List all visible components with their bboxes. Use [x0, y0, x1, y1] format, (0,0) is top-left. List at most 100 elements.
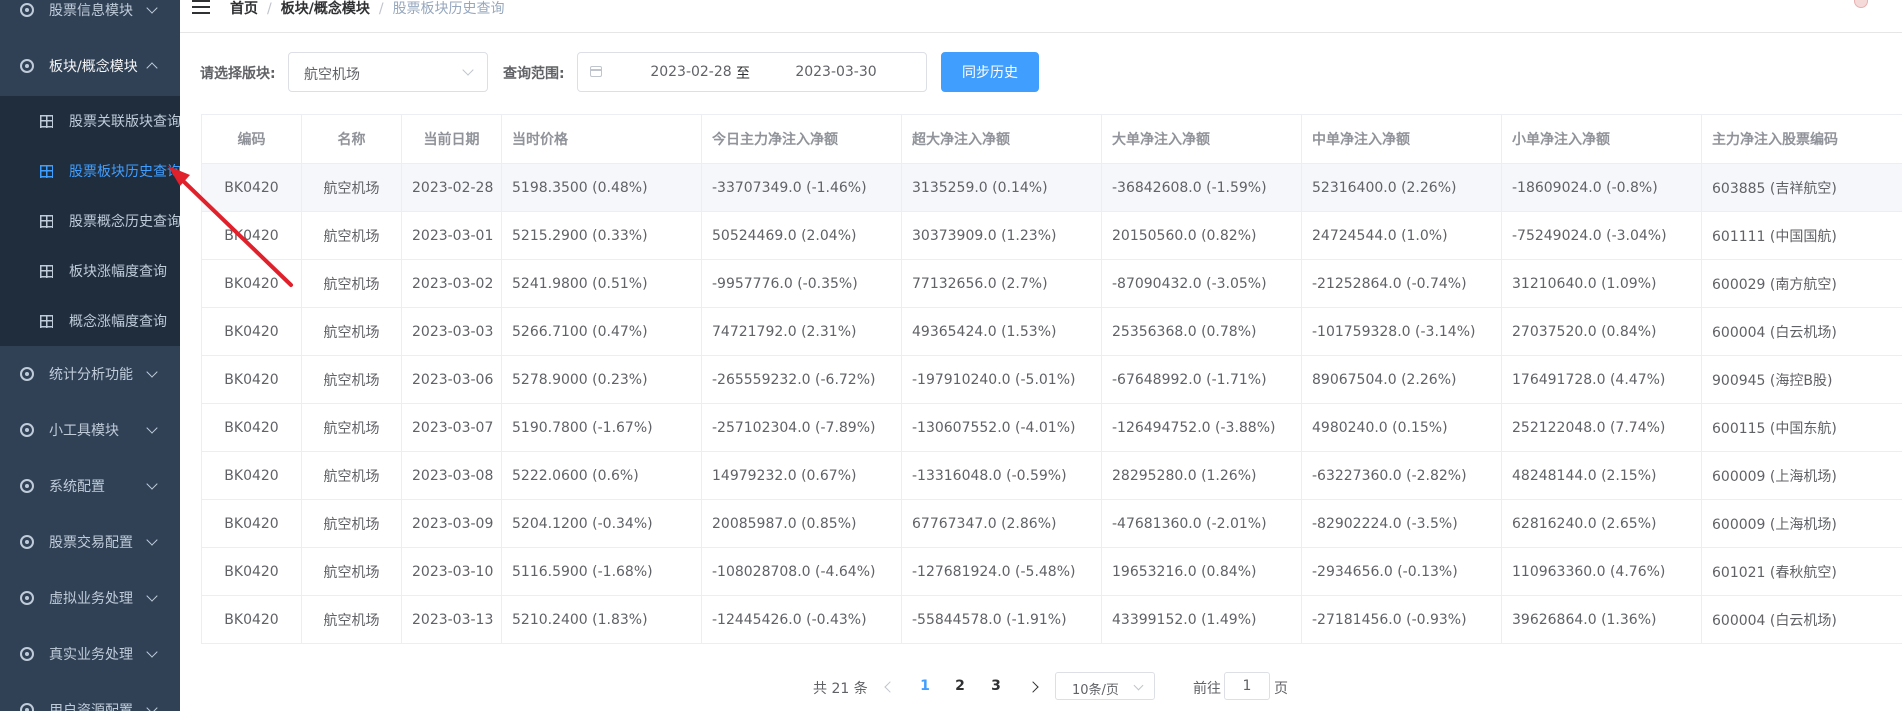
chevron-right-icon[interactable]: [1027, 681, 1039, 693]
table-cell: 5278.9000 (0.23%): [501, 355, 702, 404]
table-cell: 77132656.0 (2.7%): [901, 259, 1102, 308]
hamburger-icon[interactable]: [192, 0, 210, 14]
pagination: 共 21 条 1 2 3 10条/页 前往 1 页: [0, 672, 1902, 702]
table-cell: 航空机场: [301, 595, 402, 644]
menu-board-concept[interactable]: 板块/概念模块: [0, 38, 180, 94]
table-row[interactable]: BK0420 航空机场 2023-03-08 5222.0600 (0.6%) 1497…: [201, 451, 1902, 500]
goto-page-input[interactable]: 1: [1224, 672, 1270, 700]
chevron-down-icon: [146, 590, 158, 602]
table-cell: 603885 (吉祥航空): [1701, 163, 1902, 212]
menu-trade-config[interactable]: 股票交易配置: [0, 514, 180, 570]
table-header-cell: 当时价格: [501, 114, 702, 164]
table-cell: 5215.2900 (0.33%): [501, 211, 702, 260]
menu-group-icon: [20, 479, 34, 493]
menu-group-icon: [20, 367, 34, 381]
board-select[interactable]: 航空机场: [288, 52, 488, 92]
table-cell: BK0420: [201, 211, 302, 260]
table-header-cell: 主力净注入股票编码: [1701, 114, 1902, 164]
table-cell: 31210640.0 (1.09%): [1501, 259, 1702, 308]
chevron-left-icon[interactable]: [884, 681, 896, 693]
table-row[interactable]: BK0420 航空机场 2023-03-13 5210.2400 (1.83%) -12…: [201, 595, 1902, 644]
breadcrumb-section[interactable]: 板块/概念模块: [281, 1, 370, 17]
date-range-picker[interactable]: 2023-02-28 至 2023-03-30: [577, 52, 927, 92]
table-cell: -126494752.0 (-3.88%): [1101, 403, 1302, 452]
end-date-input[interactable]: 2023-03-30: [776, 64, 896, 80]
submenu-item-board-rise[interactable]: 板块涨幅度查询: [0, 246, 180, 296]
breadcrumb: 首页 / 板块/概念模块 / 股票板块历史查询: [230, 0, 505, 18]
table-cell: 43399152.0 (1.49%): [1101, 595, 1302, 644]
table-header-cell: 当前日期: [401, 114, 502, 164]
grid-icon: [40, 264, 53, 278]
submenu-item-concept-rise[interactable]: 概念涨幅度查询: [0, 296, 180, 346]
goto-suffix: 页: [1274, 681, 1288, 697]
table-row[interactable]: BK0420 航空机场 2023-03-03 5266.7100 (0.47%) 747…: [201, 307, 1902, 356]
table-row[interactable]: BK0420 航空机场 2023-03-10 5116.5900 (-1.68%) -1…: [201, 547, 1902, 596]
sync-history-button[interactable]: 同步历史: [941, 52, 1039, 92]
chevron-down-icon: [462, 64, 474, 76]
table-cell: 20085987.0 (0.85%): [701, 499, 902, 548]
table-cell: -75249024.0 (-3.04%): [1501, 211, 1702, 260]
table-cell: -63227360.0 (-2.82%): [1301, 451, 1502, 500]
table-cell: 2023-02-28: [401, 163, 502, 212]
table-header-row: 编码 名称 当前日期 当时价格 今日主力净注入净额 超大净注入净额 大单净注入净…: [201, 114, 1902, 164]
table-cell: 176491728.0 (4.47%): [1501, 355, 1702, 404]
table-row[interactable]: BK0420 航空机场 2023-03-06 5278.9000 (0.23%) -26…: [201, 355, 1902, 404]
table-cell: 20150560.0 (0.82%): [1101, 211, 1302, 260]
chevron-down-icon: [146, 534, 158, 546]
table-row[interactable]: BK0420 航空机场 2023-03-09 5204.1200 (-0.34%) 20…: [201, 499, 1902, 548]
menu-system-config[interactable]: 系统配置: [0, 458, 180, 514]
table-cell: -18609024.0 (-0.8%): [1501, 163, 1702, 212]
menu-label: 虚拟业务处理: [49, 591, 133, 607]
menu-label: 股票交易配置: [49, 535, 133, 551]
range-label: 查询范围:: [503, 66, 565, 82]
menu-stock-info[interactable]: 股票信息模块: [0, 0, 180, 38]
table-cell: 19653216.0 (0.84%): [1101, 547, 1302, 596]
table-row[interactable]: BK0420 航空机场 2023-03-01 5215.2900 (0.33%) 505…: [201, 211, 1902, 260]
table-cell: 5204.1200 (-0.34%): [501, 499, 702, 548]
table-cell: 航空机场: [301, 259, 402, 308]
table-cell: -265559232.0 (-6.72%): [701, 355, 902, 404]
table-cell: 600004 (白云机场): [1701, 595, 1902, 644]
page-number[interactable]: 3: [986, 678, 1006, 694]
submenu-item-stock-related-board[interactable]: 股票关联版块查询: [0, 96, 180, 146]
table-header-cell: 大单净注入净额: [1101, 114, 1302, 164]
table-cell: 2023-03-01: [401, 211, 502, 260]
submenu-label: 股票关联版块查询: [69, 114, 180, 130]
page-number[interactable]: 1: [915, 678, 935, 694]
table-cell: 48248144.0 (2.15%): [1501, 451, 1702, 500]
breadcrumb-home[interactable]: 首页: [230, 1, 258, 17]
menu-label: 系统配置: [49, 479, 105, 495]
menu-statistics[interactable]: 统计分析功能: [0, 346, 180, 402]
start-date-input[interactable]: 2023-02-28: [633, 64, 749, 80]
table-row[interactable]: BK0420 航空机场 2023-02-28 5198.3500 (0.48%) -33…: [201, 163, 1902, 212]
submenu-label: 板块涨幅度查询: [69, 264, 167, 280]
table-cell: -47681360.0 (-2.01%): [1101, 499, 1302, 548]
table-cell: -257102304.0 (-7.89%): [701, 403, 902, 452]
table-cell: -82902224.0 (-3.5%): [1301, 499, 1502, 548]
table-header-cell: 名称: [301, 114, 402, 164]
board-select-label: 请选择版块:: [200, 66, 276, 82]
menu-virtual-business[interactable]: 虚拟业务处理: [0, 570, 180, 626]
sidebar: 股票信息模块 板块/概念模块 股票关联版块查询 股票板块历史查询 股票概念历史查…: [0, 0, 180, 711]
table-cell: 2023-03-09: [401, 499, 502, 548]
table-cell: BK0420: [201, 355, 302, 404]
submenu-item-stock-board-history[interactable]: 股票板块历史查询: [0, 146, 180, 196]
table-cell: 74721792.0 (2.31%): [701, 307, 902, 356]
page-size-value: 10条/页: [1072, 683, 1119, 698]
table-cell: 2023-03-03: [401, 307, 502, 356]
table-cell: 25356368.0 (0.78%): [1101, 307, 1302, 356]
page-size-select[interactable]: 10条/页: [1055, 672, 1155, 700]
table-cell: 252122048.0 (7.74%): [1501, 403, 1702, 452]
table-cell: -2934656.0 (-0.13%): [1301, 547, 1502, 596]
table-row[interactable]: BK0420 航空机场 2023-03-07 5190.7800 (-1.67%) -2…: [201, 403, 1902, 452]
menu-tools[interactable]: 小工具模块: [0, 402, 180, 458]
table-row[interactable]: BK0420 航空机场 2023-03-02 5241.9800 (0.51%) -99…: [201, 259, 1902, 308]
page-number[interactable]: 2: [950, 678, 970, 694]
submenu-item-stock-concept-history[interactable]: 股票概念历史查询: [0, 196, 180, 246]
chevron-down-icon: [146, 366, 158, 378]
table-cell: -130607552.0 (-4.01%): [901, 403, 1102, 452]
table-cell: 24724544.0 (1.0%): [1301, 211, 1502, 260]
calendar-icon: [590, 66, 602, 77]
avatar[interactable]: [1854, 0, 1868, 8]
table-cell: -36842608.0 (-1.59%): [1101, 163, 1302, 212]
